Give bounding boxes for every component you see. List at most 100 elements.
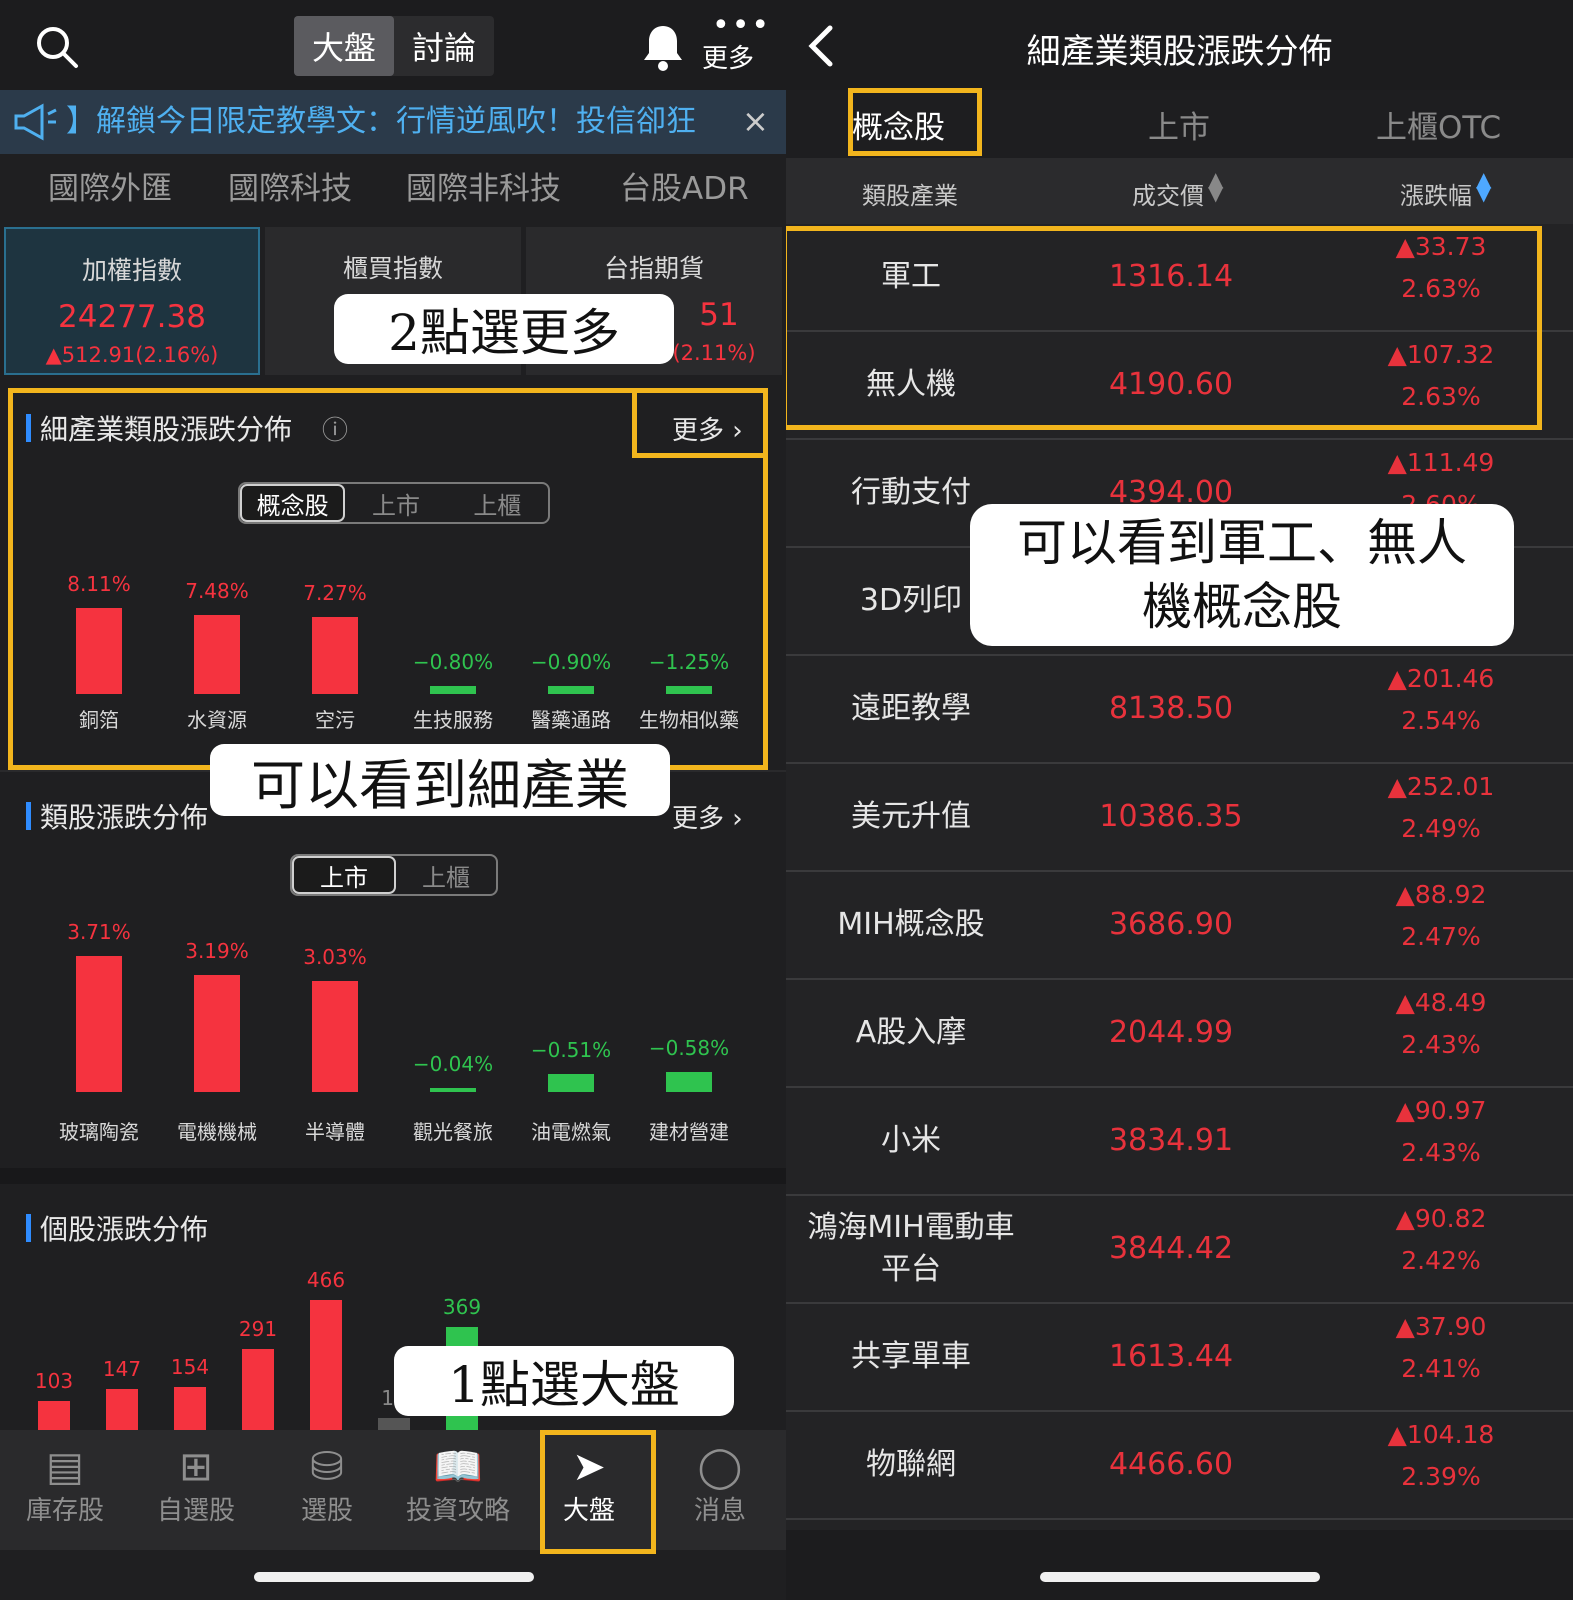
chart-category-label: 玻璃陶瓷 [59,1120,139,1144]
industry-change-pct: 2.49% [1401,814,1481,843]
category-tab-3[interactable]: 台股ADR [620,160,749,218]
tab-label: 消息 [693,1496,746,1526]
index-title: 櫃買指數 [342,254,443,283]
bell-icon[interactable] [640,22,686,72]
chart-bar[interactable] [312,981,358,1092]
industry-row[interactable]: 共享單車 1613.44 ▲37.90 2.41% [786,1304,1573,1412]
chart-bar[interactable] [430,1088,476,1092]
industry-name: A股入摩 [855,1015,967,1050]
highlight-top-rows [786,226,1542,430]
industry-change-pct: 2.41% [1401,1354,1481,1383]
bottom-area [786,1530,1573,1600]
home-indicator [254,1572,534,1582]
plus-square-icon: ⊞ [179,1444,213,1490]
industry-name: 鴻海MIH電動車平台 [807,1210,1015,1287]
tab-holdings[interactable]: ▤ 庫存股 [0,1430,130,1550]
detail-header: 細產業類股漲跌分佈 [786,0,1573,90]
tab-discussion[interactable]: 討論 [394,16,494,76]
sort-icon[interactable]: ▲ ▼ [1208,169,1223,203]
callout-market: 1點選大盤 [394,1346,734,1416]
industry-price: 3686.90 [1108,907,1234,942]
highlight-concept-tab [848,88,982,156]
col-change[interactable]: 漲跌幅 [1400,176,1472,211]
chart-value-label: 3.19% [185,939,249,963]
chart-bar[interactable] [548,1074,594,1092]
chart-value-label: −0.51% [530,1038,612,1062]
col-price[interactable]: 成交價 [1132,176,1204,211]
index-card-taiex[interactable]: 加權指數 24277.38 ▲512.91(2.16%) [4,227,260,375]
industry-name: MIH概念股 [837,907,985,942]
industry-change-pct: 2.54% [1401,706,1481,735]
industry-change-pct: 2.43% [1401,1138,1481,1167]
tab-listed[interactable]: 上市 [1148,102,1210,147]
tab-messages[interactable]: ◯ 消息 [655,1430,785,1550]
chart-value-label: −0.04% [412,1052,494,1076]
tab-label: 選股 [300,1496,353,1526]
sector-segment: 上市 上櫃 [290,854,498,896]
index-value: 24277.38 [58,299,206,335]
category-tab-0[interactable]: 國際外匯 [48,160,172,218]
close-icon[interactable]: × [742,102,769,140]
industry-row[interactable]: A股入摩 2044.99 ▲48.49 2.43% [786,980,1573,1088]
industry-name: 小米 [881,1123,941,1158]
industry-price: 2044.99 [1108,1015,1234,1050]
dist-bar[interactable] [174,1387,206,1430]
dist-bar[interactable] [38,1401,70,1430]
chart-category-label: 電機機械 [177,1120,257,1144]
chart-category-label: 油電燃氣 [531,1120,611,1144]
industry-change: ▲111.49 [1387,448,1495,477]
industry-name: 物聯網 [866,1447,956,1482]
dist-bar[interactable] [378,1418,410,1430]
segment-listed[interactable]: 上市 [292,856,396,894]
chart-category-label: 建材營建 [649,1120,729,1144]
chart-category-label: 半導體 [305,1120,365,1144]
bottom-tab-bar: ▤ 庫存股 ⊞ 自選股 ⛁ 選股 📖 投資攻略 ➤ 大盤 ◯ 消息 [0,1430,786,1550]
sort-active-icon[interactable]: ▲ ▼ [1476,169,1491,203]
search-icon[interactable] [34,24,80,70]
chart-bar[interactable] [666,1072,712,1092]
tab-label: 庫存股 [25,1496,104,1526]
industry-price: 3834.91 [1108,1123,1234,1158]
col-industry[interactable]: 類股產業 [862,176,958,211]
chart-value-label: 3.71% [67,920,131,944]
dist-bar[interactable] [310,1300,342,1430]
industry-row[interactable]: 鴻海MIH電動車平台 3844.42 ▲90.82 2.42% [786,1196,1573,1304]
detail-column-headers: 類股產業 成交價 ▲ ▼ 漲跌幅 ▲ ▼ [786,158,1573,224]
industry-row[interactable]: 小米 3834.91 ▲90.97 2.43% [786,1088,1573,1196]
category-tab-2[interactable]: 國際非科技 [406,160,561,218]
promo-banner[interactable]: 】解鎖今日限定教學文：行情逆風吹！投信卻狂 × [0,90,786,154]
tab-otc[interactable]: 上櫃OTC [1376,102,1501,147]
sector-title: 類股漲跌分佈 [25,796,208,836]
top-bar: 大盤 討論 ••• 更多 [0,0,786,90]
tab-watchlist[interactable]: ⊞ 自選股 [131,1430,261,1550]
sector-more-link[interactable]: 更多 › [672,798,743,835]
chart-bar[interactable] [194,975,240,1092]
home-indicator [1040,1572,1320,1582]
segment-otc[interactable]: 上櫃 [396,856,496,894]
bag-icon: ▤ [46,1444,84,1490]
chart-value-label: 3.03% [303,945,367,969]
industry-row[interactable]: MIH概念股 3686.90 ▲88.92 2.47% [786,872,1573,980]
industry-change-pct: 2.47% [1401,922,1481,951]
chart-bar[interactable] [76,956,122,1092]
dist-value-label: 466 [306,1268,346,1292]
banner-text: 】解鎖今日限定教學文：行情逆風吹！投信卻狂 [66,104,696,139]
dist-bar[interactable] [242,1349,274,1430]
industry-change: ▲90.97 [1395,1096,1487,1125]
tab-market[interactable]: 大盤 [294,16,394,76]
industry-change: ▲201.46 [1387,664,1495,693]
industry-row[interactable]: 美元升值 10386.35 ▲252.01 2.49% [786,764,1573,872]
industry-row[interactable]: 物聯網 4466.60 ▲104.18 2.39% [786,1412,1573,1520]
category-tab-1[interactable]: 國際科技 [228,160,352,218]
industry-change: ▲48.49 [1395,988,1487,1017]
chart-category-label: 觀光餐旅 [413,1120,493,1144]
dist-bar[interactable] [106,1389,138,1430]
dist-value-label: 154 [170,1355,210,1379]
tab-screener[interactable]: ⛁ 選股 [262,1430,392,1550]
highlight-more [632,388,768,458]
industry-change: ▲104.18 [1387,1420,1495,1449]
industry-row[interactable]: 遠距教學 8138.50 ▲201.46 2.54% [786,656,1573,764]
more-label[interactable]: 更多 [702,38,754,75]
tab-label: 自選股 [156,1496,235,1526]
tab-strategy[interactable]: 📖 投資攻略 [393,1430,523,1550]
